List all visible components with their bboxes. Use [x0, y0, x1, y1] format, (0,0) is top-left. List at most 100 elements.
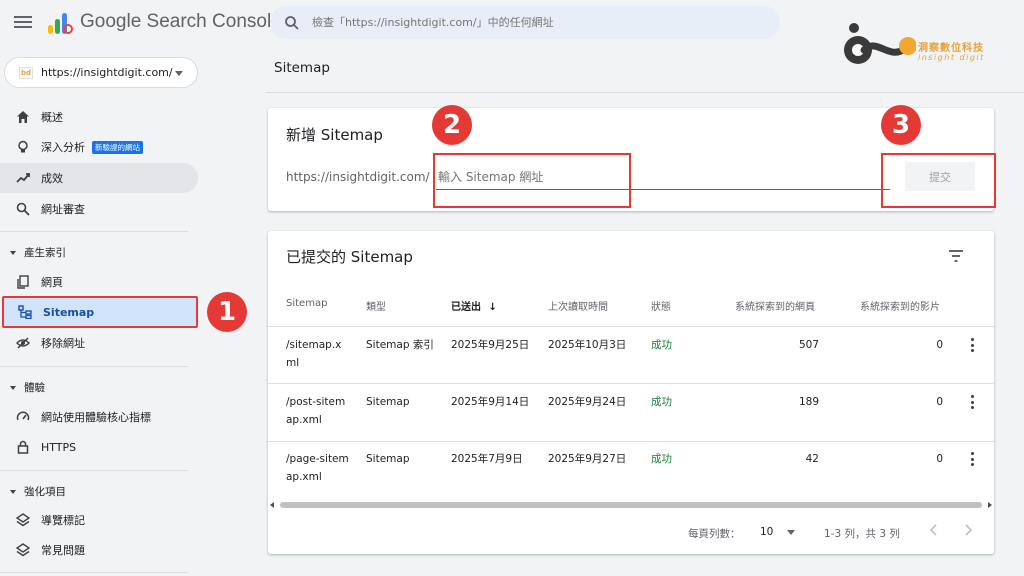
- sidebar-item-pages[interactable]: 網頁: [0, 267, 198, 297]
- column-header-status[interactable]: 狀態: [651, 298, 671, 313]
- sidebar-divider: [0, 572, 188, 573]
- watermark-title: 洞察數位科技: [918, 43, 984, 54]
- sidebar-item-core-web-vitals[interactable]: 網站使用體驗核心指標: [0, 402, 198, 432]
- more-vert-icon[interactable]: [970, 452, 974, 466]
- sidebar-item-label: 導覽標記: [41, 514, 85, 527]
- sitemap-path: /page-sitem ap.xml: [286, 450, 360, 486]
- discovered-pages: 507: [798, 339, 819, 351]
- sidebar-divider: [0, 470, 188, 471]
- section-experience[interactable]: 體驗: [10, 380, 45, 395]
- row-divider: [268, 441, 994, 442]
- submitted-date: 2025年9月14日: [451, 396, 530, 408]
- column-header-type[interactable]: 類型: [366, 298, 386, 313]
- chevron-right-icon[interactable]: [961, 523, 975, 537]
- layers-icon: [16, 543, 30, 557]
- sitemap-url-prefix: https://insightdigit.com/: [286, 170, 430, 184]
- submit-button[interactable]: 提交: [905, 162, 975, 191]
- sidebar-item-label: 成效: [41, 172, 63, 185]
- search-icon: [285, 15, 299, 30]
- section-indexing[interactable]: 產生索引: [10, 245, 66, 260]
- sidebar-item-https[interactable]: HTTPS: [0, 432, 198, 462]
- sidebar-item-breadcrumbs[interactable]: 導覽標記: [0, 505, 198, 535]
- insight-digit-logo-icon: [844, 23, 916, 64]
- status-text: 成功: [651, 339, 672, 351]
- column-header-pages[interactable]: 系統探索到的網頁: [735, 298, 815, 313]
- callout-1: 1: [207, 292, 247, 332]
- more-vert-icon[interactable]: [970, 395, 974, 409]
- callout-3: 3: [881, 105, 921, 145]
- rows-per-page-label: 每頁列數：: [688, 528, 741, 540]
- column-header-label: 已送出: [451, 302, 481, 313]
- header-divider: [266, 92, 1024, 93]
- sitemap-path-line: /post-sitem: [286, 396, 346, 408]
- search-input[interactable]: [312, 16, 752, 29]
- property-selector[interactable]: bd https://insightdigit.com/: [4, 57, 198, 88]
- section-enhancements[interactable]: 強化項目: [10, 484, 66, 499]
- sidebar-divider: [0, 366, 188, 367]
- scroll-left-icon[interactable]: [270, 502, 274, 508]
- row-divider: [268, 326, 994, 327]
- sitemap-path: /sitemap.x ml: [286, 336, 360, 372]
- submitted-sitemaps-title: 已提交的 Sitemap: [286, 248, 413, 266]
- sidebar-item-label: HTTPS: [41, 440, 77, 454]
- sidebar-item-faq[interactable]: 常見問題: [0, 535, 198, 565]
- last-read-date: 2025年9月27日: [548, 453, 627, 465]
- sidebar-item-url-inspection[interactable]: 網址審查: [0, 194, 198, 224]
- search-icon: [16, 202, 30, 216]
- section-label: 體驗: [24, 382, 45, 394]
- lightbulb-icon: [16, 140, 30, 154]
- insight-digit-watermark: 洞察數位科技 insight digit: [838, 16, 1014, 78]
- scrollbar-thumb[interactable]: [280, 502, 982, 508]
- status-text: 成功: [651, 396, 672, 408]
- sidebar-item-label: 常見問題: [41, 544, 85, 557]
- horizontal-scrollbar[interactable]: [268, 501, 994, 509]
- submitted-sitemaps-card: 已提交的 Sitemap Sitemap 類型 已送出 ↓ 上次讀取時間 狀態 …: [268, 231, 994, 554]
- sitemap-type: Sitemap: [366, 453, 410, 465]
- caret-down-icon: [10, 250, 16, 255]
- discovered-pages: 189: [798, 396, 819, 408]
- new-verified-badge: 新驗證的網站: [92, 141, 143, 154]
- rows-per-page-select[interactable]: 10: [760, 526, 773, 538]
- sidebar-item-removals[interactable]: 移除網址: [0, 328, 198, 358]
- last-read-date: 2025年10月3日: [548, 339, 627, 351]
- chevron-left-icon[interactable]: [927, 523, 941, 537]
- scroll-right-icon[interactable]: [988, 502, 992, 508]
- chevron-down-icon: [175, 71, 183, 76]
- discovered-pages: 42: [805, 453, 819, 465]
- add-sitemap-title: 新增 Sitemap: [286, 126, 383, 144]
- section-label: 產生索引: [24, 247, 66, 259]
- url-inspection-search[interactable]: [270, 6, 780, 39]
- site-favicon: bd: [19, 66, 33, 79]
- caret-down-icon: [10, 489, 16, 494]
- sidebar-item-insights[interactable]: 深入分析 新驗證的網站: [0, 132, 198, 162]
- sidebar-divider: [0, 231, 188, 232]
- sitemap-path-line: /sitemap.x: [286, 339, 342, 351]
- app-brand[interactable]: Google Search Console: [80, 11, 282, 33]
- menu-icon[interactable]: [14, 13, 32, 31]
- layers-icon: [16, 513, 30, 527]
- sitemap-type: Sitemap 索引: [366, 339, 434, 351]
- discovered-videos: 0: [936, 339, 943, 351]
- trending-up-icon: [16, 171, 30, 185]
- watermark-subtitle: insight digit: [918, 53, 985, 62]
- column-header-last-read[interactable]: 上次讀取時間: [548, 298, 608, 313]
- more-vert-icon[interactable]: [970, 338, 974, 352]
- sitemap-path-line: /page-sitem: [286, 453, 349, 465]
- filter-icon[interactable]: [948, 249, 964, 263]
- discovered-videos: 0: [936, 453, 943, 465]
- sidebar-item-performance[interactable]: 成效: [0, 163, 198, 193]
- pagination-range: 1-3 列，共 3 列: [824, 528, 900, 540]
- column-header-sitemap[interactable]: Sitemap: [286, 298, 327, 309]
- sidebar-item-label: 網頁: [41, 276, 63, 289]
- sidebar-item-sitemap[interactable]: Sitemap: [2, 296, 198, 328]
- sitemap-type: Sitemap: [366, 396, 410, 408]
- chevron-down-icon[interactable]: [787, 530, 795, 535]
- section-label: 強化項目: [24, 486, 66, 498]
- column-header-videos[interactable]: 系統探索到的影片: [860, 298, 940, 313]
- column-header-submitted[interactable]: 已送出 ↓: [451, 298, 497, 313]
- sidebar-item-label: 網址審查: [41, 203, 85, 216]
- sidebar-item-label: 深入分析: [41, 141, 85, 154]
- gauge-icon: [16, 410, 30, 424]
- sidebar-item-overview[interactable]: 概述: [0, 102, 198, 132]
- last-read-date: 2025年9月24日: [548, 396, 627, 408]
